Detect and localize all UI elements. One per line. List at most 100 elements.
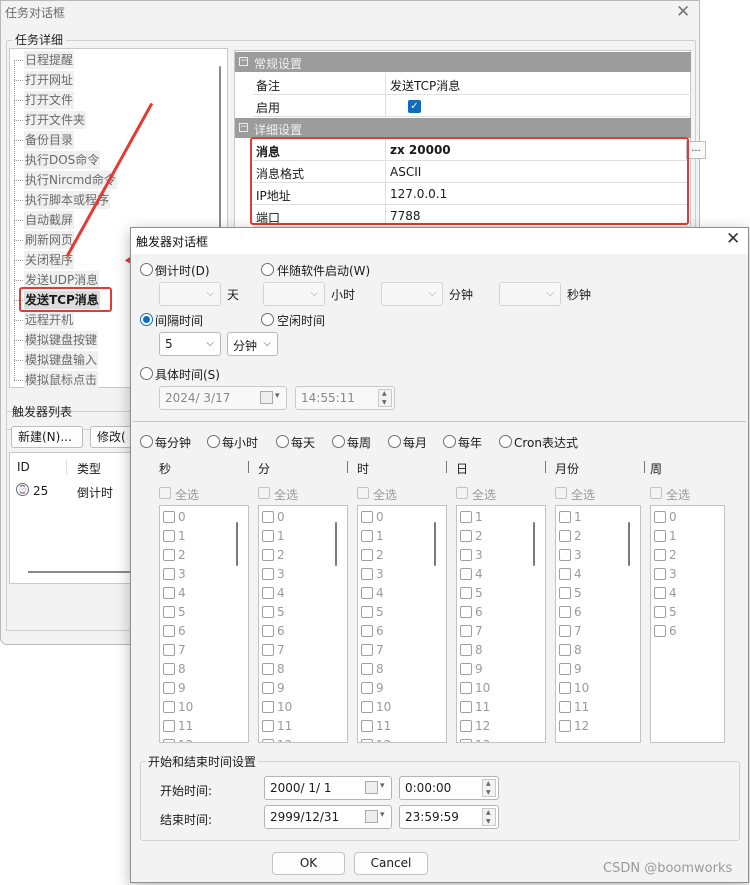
- repeat-radio-label[interactable]: 每年: [458, 434, 482, 451]
- start-time-value: 0:00:00: [405, 781, 452, 795]
- modify-trigger-button[interactable]: 修改(: [90, 426, 135, 448]
- checklist-scrollbar[interactable]: [236, 522, 238, 566]
- specific-date-picker[interactable]: 2024/ 3/17 ▾: [159, 386, 287, 410]
- ellipsis-button[interactable]: ...: [686, 141, 706, 159]
- repeat-radio-label[interactable]: Cron表达式: [514, 434, 578, 451]
- interval-unit-combo[interactable]: 分钟 ⌵: [227, 332, 278, 356]
- tree-scrollbar[interactable]: [219, 66, 221, 236]
- value-checklist[interactable]: 0123456789101112: [258, 505, 348, 743]
- tree-item[interactable]: 刷新网页: [24, 231, 75, 249]
- spin-buttons[interactable]: ▲ ▼: [482, 779, 496, 797]
- radio-with-software-label[interactable]: 伴随软件启动(W): [277, 262, 370, 279]
- trigger-row-type[interactable]: 倒计时: [77, 484, 113, 501]
- list-scrollbar[interactable]: [28, 571, 138, 573]
- spin-buttons[interactable]: ▲ ▼: [482, 808, 496, 826]
- tree-connector-tick: [14, 120, 23, 121]
- repeat-radio-label[interactable]: 每分钟: [155, 434, 191, 451]
- radio-idle[interactable]: [261, 313, 274, 326]
- radio-specific-time-label[interactable]: 具体时间(S): [155, 366, 220, 383]
- value-checklist[interactable]: 0123456789101112: [159, 505, 249, 743]
- checklist-scrollbar[interactable]: [628, 522, 630, 566]
- repeat-radio[interactable]: [276, 435, 289, 448]
- collapse-icon[interactable]: −: [239, 57, 248, 66]
- radio-interval-label[interactable]: 间隔时间: [155, 312, 203, 329]
- close-icon[interactable]: ✕: [726, 229, 740, 249]
- checklist-item-label: 1: [178, 529, 186, 543]
- seconds-combo[interactable]: ⌵: [499, 282, 561, 306]
- checklist-item-label: 5: [376, 605, 384, 619]
- column-header-type[interactable]: 类型: [77, 460, 101, 477]
- repeat-radio[interactable]: [443, 435, 456, 448]
- checklist-scrollbar[interactable]: [335, 522, 337, 566]
- specific-time-spinner[interactable]: 14:55:11 ▲ ▼: [295, 386, 395, 410]
- category-detail[interactable]: − 详细设置: [235, 118, 691, 138]
- radio-countdown-label[interactable]: 倒计时(D): [155, 262, 210, 279]
- tree-item[interactable]: 备份目录: [24, 131, 75, 149]
- ok-button[interactable]: OK: [272, 852, 345, 875]
- repeat-radio-label[interactable]: 每天: [291, 434, 315, 451]
- cancel-button[interactable]: Cancel: [354, 852, 428, 875]
- tree-connector-tick: [14, 220, 23, 221]
- tree-connector-tick: [14, 200, 23, 201]
- checkbox-box: [262, 682, 274, 694]
- repeat-radio[interactable]: [207, 435, 220, 448]
- repeat-radio-label[interactable]: 每周: [347, 434, 371, 451]
- tree-item[interactable]: 打开文件: [24, 91, 75, 109]
- repeat-radio[interactable]: [140, 435, 153, 448]
- category-general[interactable]: − 常规设置: [235, 52, 691, 72]
- radio-countdown[interactable]: [140, 263, 153, 276]
- checkbox-box: [262, 549, 274, 561]
- trigger-row-id[interactable]: 25: [33, 484, 48, 498]
- repeat-radio-label[interactable]: 每小时: [222, 434, 258, 451]
- value-checklist[interactable]: 12345678910111213: [456, 505, 546, 743]
- repeat-radio[interactable]: [499, 435, 512, 448]
- checkbox-box: [654, 606, 666, 618]
- radio-with-software[interactable]: [261, 263, 274, 276]
- value-checklist[interactable]: 1 2 3 4 5 6 7 8 9 10 11 12: [555, 505, 641, 743]
- tree-item[interactable]: 模拟键盘按键: [24, 331, 99, 349]
- radio-idle-label[interactable]: 空闲时间: [277, 312, 325, 329]
- close-icon[interactable]: ✕: [676, 2, 690, 22]
- select-all-label: 全选: [571, 488, 596, 502]
- repeat-radio-label[interactable]: 每月: [403, 434, 427, 451]
- repeat-radio[interactable]: [332, 435, 345, 448]
- value-checklist[interactable]: 0 1 2 3 4 5 6: [650, 505, 725, 743]
- radio-specific-time[interactable]: [140, 367, 153, 380]
- checklist-item-label: 4: [178, 586, 186, 600]
- checklist-item-label: 2: [475, 529, 483, 543]
- tree-item[interactable]: 执行DOS命令: [24, 151, 101, 169]
- radio-interval[interactable]: [140, 313, 153, 326]
- tree-item[interactable]: 日程提醒: [24, 51, 75, 69]
- chevron-down-icon: ⌵: [310, 288, 318, 299]
- spin-buttons[interactable]: ▲ ▼: [378, 389, 392, 407]
- tree-item[interactable]: 打开网址: [24, 71, 75, 89]
- column-header-id[interactable]: ID: [17, 460, 30, 474]
- repeat-radio[interactable]: [388, 435, 401, 448]
- value-checklist[interactable]: 0123456789101112: [357, 505, 447, 743]
- start-date-picker[interactable]: 2000/ 1/ 1 ▾: [264, 776, 392, 800]
- tree-item[interactable]: 自动截屏: [24, 211, 75, 229]
- checkbox-box: [357, 487, 369, 499]
- collapse-icon[interactable]: −: [239, 123, 248, 132]
- interval-value-combo[interactable]: 5 ⌵: [159, 332, 221, 356]
- checklist-scrollbar[interactable]: [434, 522, 436, 566]
- checkbox-box: [262, 568, 274, 580]
- days-combo[interactable]: ⌵: [159, 282, 221, 306]
- tree-item[interactable]: 模拟鼠标点击: [24, 371, 99, 389]
- hours-combo[interactable]: ⌵: [263, 282, 325, 306]
- tree-item[interactable]: 模拟键盘输入: [24, 351, 99, 369]
- minutes-combo[interactable]: ⌵: [381, 282, 443, 306]
- property-row-enabled[interactable]: 启用 ✓: [253, 95, 691, 117]
- checkbox-box: [460, 644, 472, 656]
- end-time-spinner[interactable]: 23:59:59 ▲ ▼: [399, 805, 499, 829]
- tree-item[interactable]: 远程开机: [24, 311, 75, 329]
- start-time-spinner[interactable]: 0:00:00 ▲ ▼: [399, 776, 499, 800]
- checklist-item-label: 5: [178, 605, 186, 619]
- enabled-checkbox[interactable]: ✓: [408, 100, 421, 113]
- new-trigger-button[interactable]: 新建(N)...: [11, 426, 83, 448]
- tree-item[interactable]: 打开文件夹: [24, 111, 87, 129]
- property-row-note[interactable]: 备注 发送TCP消息: [253, 73, 691, 95]
- property-value[interactable]: 发送TCP消息: [390, 77, 460, 94]
- checklist-scrollbar[interactable]: [533, 522, 535, 566]
- end-date-picker[interactable]: 2999/12/31 ▾: [264, 805, 392, 829]
